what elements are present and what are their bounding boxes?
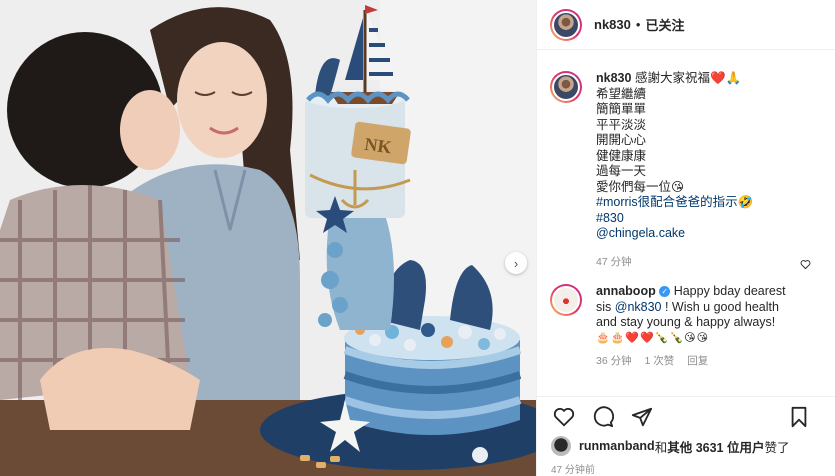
caption-line: 簡簡單單 xyxy=(596,102,647,116)
comment-mention[interactable]: @nk830 xyxy=(615,300,662,314)
comment-like-heart-icon[interactable] xyxy=(800,259,811,273)
follow-status-button[interactable]: 已关注 xyxy=(645,15,684,34)
comment-text: sis xyxy=(596,299,615,314)
caption-avatar[interactable] xyxy=(550,71,582,103)
caption-body: nk830 感謝大家祝福❤️🙏 希望繼續 簡簡單單 平平淡淡 開開心心 健健康康… xyxy=(596,71,753,270)
comments-section: nk830 感謝大家祝福❤️🙏 希望繼續 簡簡單單 平平淡淡 開開心心 健健康康… xyxy=(537,51,835,391)
caption-username[interactable]: nk830 xyxy=(596,71,631,85)
comment-emojis: 🎂🎂❤️❤️🍾🍾😘😘 xyxy=(596,331,710,344)
caption-time[interactable]: 47 分钟 xyxy=(596,255,753,271)
bookmark-icon[interactable] xyxy=(786,404,812,430)
separator-dot: • xyxy=(635,17,641,32)
comment-time[interactable]: 36 分钟 xyxy=(596,355,632,367)
comment-icon[interactable] xyxy=(590,404,616,430)
comment-text: Happy bday dearest xyxy=(673,284,786,298)
share-icon[interactable] xyxy=(629,404,655,430)
caption-line: 健健康康 xyxy=(596,148,647,163)
liker-avatar[interactable] xyxy=(551,436,571,456)
likes-others-link[interactable]: 其他 3631 位用户 xyxy=(667,437,764,456)
reply-button[interactable]: 回复 xyxy=(687,355,708,367)
caption-line: 平平淡淡 xyxy=(596,117,647,132)
commenter-username[interactable]: annaboop xyxy=(596,284,656,298)
commenter-avatar[interactable] xyxy=(550,284,582,316)
author-avatar[interactable] xyxy=(550,8,582,41)
cake-plaque-text: NK xyxy=(363,134,393,158)
post-photo: NK › xyxy=(0,0,536,476)
comment-body: annaboop ✓ Happy bday dearest sis @nk830… xyxy=(596,284,786,370)
comment-entry: annaboop ✓ Happy bday dearest sis @nk830… xyxy=(550,284,822,370)
caption-line: 愛你們每一位😘 xyxy=(596,179,685,194)
comment-text: and stay young & happy always! xyxy=(596,315,776,329)
verified-badge-icon: ✓ xyxy=(659,286,671,297)
caption-line: 感謝大家祝福❤️🙏 xyxy=(634,71,742,85)
post-sidebar: nk830 • 已关注 nk830 感謝大家祝福❤️🙏 希望繼續 簡簡單單 平平… xyxy=(536,0,835,476)
caption-entry: nk830 感謝大家祝福❤️🙏 希望繼續 簡簡單單 平平淡淡 開開心心 健健康康… xyxy=(550,71,822,270)
post-header: nk830 • 已关注 xyxy=(537,0,835,50)
action-bar xyxy=(537,396,835,436)
next-image-button[interactable]: › xyxy=(505,252,527,274)
author-username[interactable]: nk830 xyxy=(594,17,631,32)
likes-summary: runmanband 和 其他 3631 位用户 赞了 xyxy=(551,436,827,456)
caption-hashtag-morris[interactable]: #morris很配合爸爸的指示🤣 xyxy=(596,195,753,211)
caption-line: 希望繼續 xyxy=(596,86,647,101)
likes-suffix: 赞了 xyxy=(764,440,790,455)
heart-icon[interactable] xyxy=(551,404,577,430)
photo-illustration: NK xyxy=(0,0,536,476)
caption-hashtag-830[interactable]: #830 xyxy=(596,211,753,227)
liker-username[interactable]: runmanband xyxy=(579,439,655,453)
comment-likes[interactable]: 1 次赞 xyxy=(645,355,675,367)
caption-line: 開開心心 xyxy=(596,133,647,147)
caption-line: 過每一天 xyxy=(596,164,647,178)
comment-text: ! Wish u good health xyxy=(661,299,779,314)
post-timestamp[interactable]: 47 分钟前 xyxy=(551,461,595,476)
caption-mention[interactable]: @chingela.cake xyxy=(596,226,753,242)
instagram-post: NK › nk830 • 已关注 nk830 感謝大家祝福❤️🙏 希望繼續 簡簡… xyxy=(0,0,835,476)
comment-meta: 36 分钟 1 次赞 回复 xyxy=(596,354,786,370)
likes-connector: 和 xyxy=(654,440,668,455)
chevron-right-icon: › xyxy=(513,255,519,271)
